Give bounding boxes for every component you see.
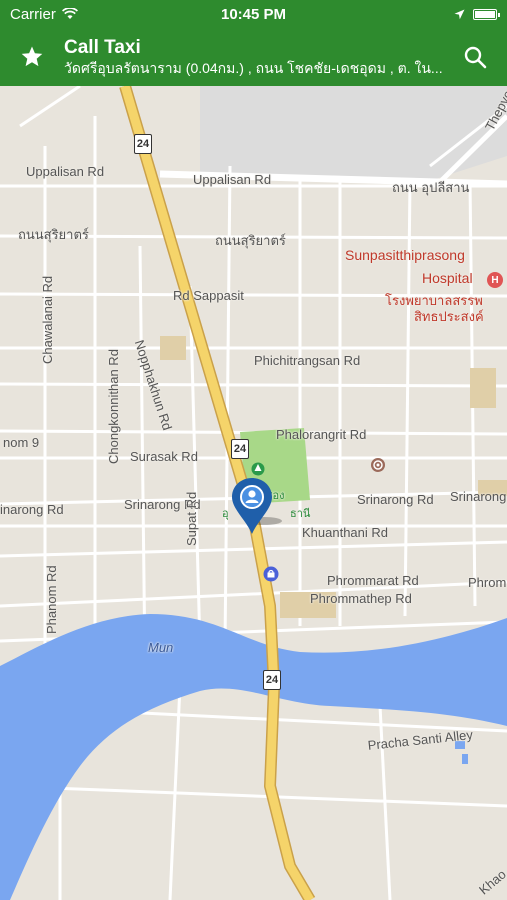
park-label: อุ <box>222 508 229 520</box>
shopping-icon[interactable] <box>263 566 279 582</box>
search-button[interactable] <box>443 45 507 69</box>
hospital-name-line2[interactable]: Hospital <box>422 270 473 286</box>
carrier-label: Carrier <box>10 5 56 23</box>
park-icon[interactable] <box>251 462 265 476</box>
clock: 10:45 PM <box>220 5 287 23</box>
map-view[interactable]: 24 24 24 Uppalisan Rd Uppalisan Rd ถนน อ… <box>0 86 507 900</box>
battery-icon <box>473 8 500 20</box>
road-label: nom 9 <box>3 435 40 450</box>
road-label: Phichitrangsan Rd <box>254 353 361 368</box>
road-label: Surasak Rd <box>130 449 198 464</box>
road-label: inarong Rd <box>0 502 64 517</box>
header-bar: Call Taxi วัดศรีอุบลรัตนาราม (0.04กม.) ,… <box>0 28 507 86</box>
highway-shield: 24 <box>231 439 249 459</box>
hospital-name[interactable]: Sunpasitthiprasong <box>345 247 465 263</box>
highway-shield: 24 <box>263 670 281 690</box>
park-label: ธานี <box>290 508 311 520</box>
status-bar: Carrier 10:45 PM <box>0 0 507 28</box>
road-label: Khuanthani Rd <box>302 525 389 540</box>
highway-shield: 24 <box>134 134 152 154</box>
road-label: ถนน อุปลีสาน <box>392 180 470 195</box>
road-label: Supat Rd <box>184 491 199 546</box>
road-label: Srinarong <box>450 489 507 504</box>
temple-icon[interactable] <box>370 457 386 473</box>
hospital-thai-name-line2: สิทธประสงค์ <box>414 309 484 324</box>
road-label: Chongkonnithan Rd <box>106 349 121 464</box>
road-label: Uppalisan Rd <box>26 164 105 179</box>
location-pin-icon[interactable] <box>230 476 286 538</box>
road-label: Phanom Rd <box>44 565 59 634</box>
road-label: Srinarong Rd <box>357 492 434 507</box>
road-label: Uppalisan Rd <box>193 172 272 187</box>
road-label: Chawalanai Rd <box>40 275 55 364</box>
road-label: Phrommathep Rd <box>310 591 412 606</box>
search-icon <box>464 46 487 69</box>
page-title: Call Taxi <box>64 37 141 58</box>
current-location-label[interactable]: วัดศรีอุบลรัตนาราม (0.04กม.) , ถนน โชคชั… <box>64 59 443 78</box>
hospital-icon[interactable]: H <box>487 272 503 288</box>
location-arrow-icon <box>454 9 465 19</box>
favorites-button[interactable] <box>0 45 64 69</box>
road-label: Rd Sappasit <box>173 288 244 303</box>
star-icon <box>21 46 43 67</box>
road-label: ถนนสุริยาตร์ <box>215 233 286 248</box>
road-label: Phrom <box>468 575 507 590</box>
road-label: Phalorangrit Rd <box>276 427 367 442</box>
wifi-icon <box>61 8 78 19</box>
road-label: Phrommarat Rd <box>327 573 419 588</box>
road-label: ถนนสุริยาตร์ <box>18 227 89 242</box>
river-label: Mun <box>148 640 174 655</box>
